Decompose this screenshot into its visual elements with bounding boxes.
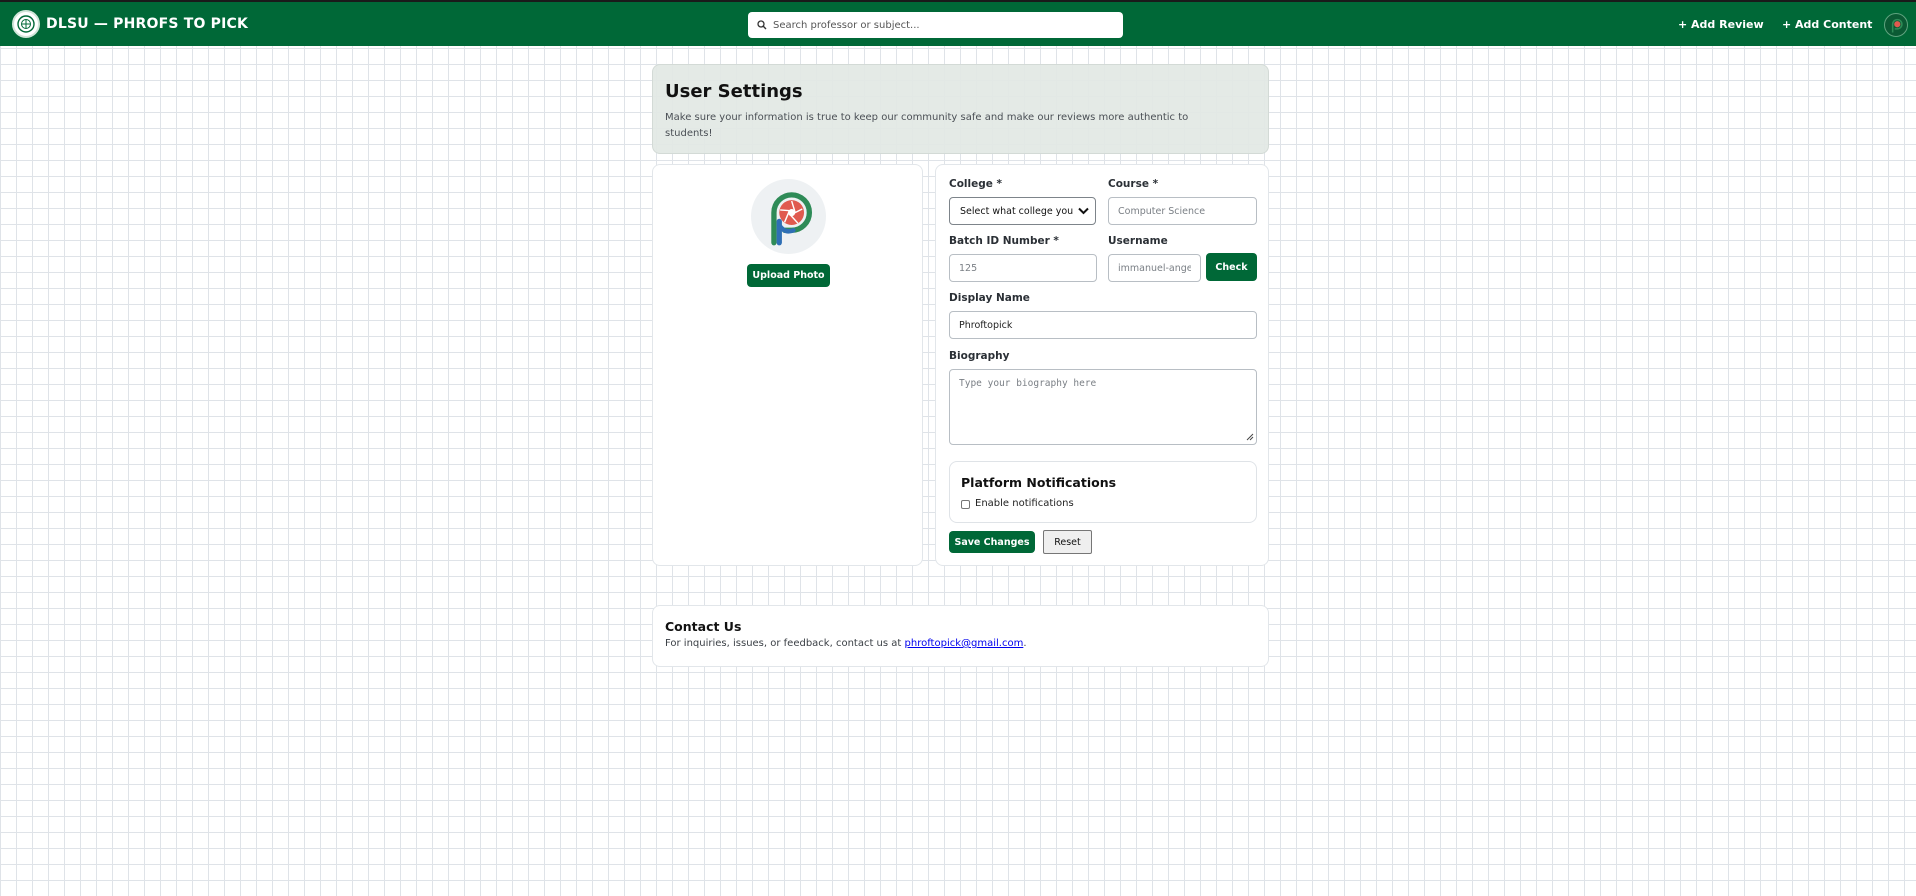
brand[interactable]: DLSU — PHROFS TO PICK	[12, 9, 248, 39]
profile-photo-card: Upload Photo	[652, 164, 923, 566]
upload-photo-button[interactable]: Upload Photo	[747, 264, 830, 287]
top-navbar: DLSU — PHROFS TO PICK + Add Review + Add…	[0, 0, 1916, 46]
notifications-panel: Platform Notifications Enable notificati…	[949, 461, 1257, 523]
dlsu-seal-icon	[12, 10, 40, 38]
phroftopick-logo-icon	[770, 191, 812, 245]
course-label: Course *	[1108, 178, 1159, 190]
brand-title: DLSU — PHROFS TO PICK	[46, 16, 249, 32]
college-label: College *	[949, 178, 1003, 190]
search-bar[interactable]	[748, 12, 1123, 38]
contact-email-link[interactable]: phroftopick@gmail.com	[905, 638, 1024, 649]
contact-text-prefix: For inquiries, issues, or feedback, cont…	[665, 638, 905, 649]
enable-notifications-checkbox[interactable]	[961, 500, 970, 509]
save-changes-button[interactable]: Save Changes	[949, 531, 1035, 553]
biography-textarea[interactable]	[949, 369, 1257, 445]
username-label: Username	[1108, 235, 1168, 247]
profile-logo-icon	[1891, 18, 1903, 33]
contact-us-card: Contact Us For inquiries, issues, or fee…	[652, 605, 1269, 667]
user-avatar[interactable]	[1884, 13, 1908, 37]
username-input[interactable]	[1108, 254, 1201, 282]
settings-header: User Settings Make sure your information…	[652, 64, 1269, 154]
page-title: User Settings	[665, 81, 803, 102]
page-subtitle: Make sure your information is true to ke…	[665, 112, 1189, 139]
contact-text-suffix: .	[1023, 638, 1027, 649]
add-review-link[interactable]: + Add Review	[1678, 18, 1764, 31]
course-input[interactable]	[1108, 197, 1257, 225]
check-username-button[interactable]: Check	[1206, 253, 1257, 281]
college-select[interactable]: Select what college you are	[949, 197, 1096, 225]
contact-text: For inquiries, issues, or feedback, cont…	[665, 638, 1256, 649]
search-icon	[757, 20, 767, 30]
biography-label: Biography	[949, 350, 1010, 362]
batch-id-label: Batch ID Number *	[949, 235, 1059, 247]
chevron-down-icon	[1078, 207, 1089, 215]
search-input[interactable]	[773, 19, 1113, 31]
reset-button[interactable]: Reset	[1043, 530, 1092, 554]
enable-notifications-label[interactable]: Enable notifications	[975, 498, 1074, 509]
display-name-label: Display Name	[949, 292, 1030, 304]
college-select-value: Select what college you are	[960, 205, 1076, 217]
notifications-title: Platform Notifications	[961, 475, 1117, 490]
add-content-link[interactable]: + Add Content	[1782, 18, 1872, 31]
batch-id-input[interactable]	[949, 254, 1097, 282]
avatar	[751, 179, 826, 254]
contact-title: Contact Us	[665, 619, 742, 634]
resize-handle-icon[interactable]	[1246, 433, 1254, 441]
display-name-input[interactable]	[949, 311, 1257, 339]
settings-form-card: College * Select what college you are Co…	[935, 164, 1269, 566]
